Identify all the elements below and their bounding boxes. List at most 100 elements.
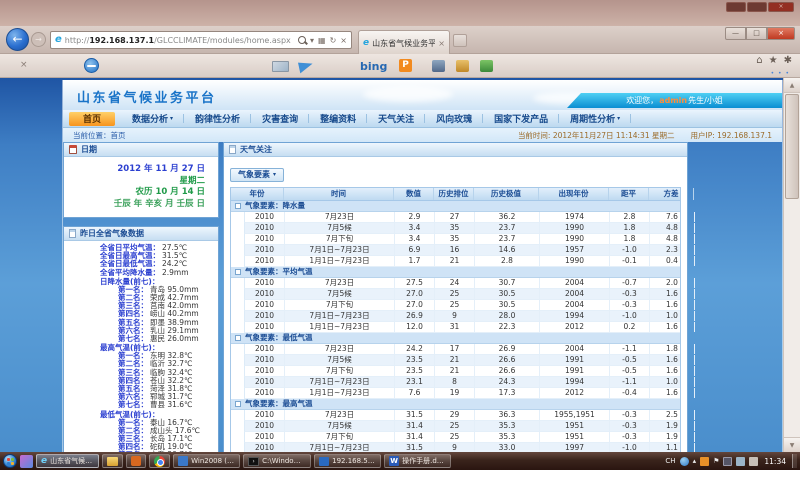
flag-tray-icon[interactable]: ⚑ [713, 458, 719, 465]
gear-icon[interactable]: ✱ [784, 55, 792, 66]
table-cell: 31.5 [395, 443, 435, 453]
forward-button[interactable]: → [31, 32, 46, 47]
table-row: 20107月23日27.52430.72004-0.72.0 [244, 278, 680, 289]
table-cell: 7.6 [395, 388, 435, 398]
bing-logo[interactable]: bing [360, 60, 387, 73]
show-desktop-button[interactable] [792, 454, 797, 468]
date-line: 2012 年 11 月 27 日 [70, 164, 205, 176]
stop-icon[interactable]: × [340, 36, 347, 45]
table-cell: 30.5 [475, 300, 540, 310]
display-tray-icon[interactable] [723, 457, 732, 466]
nav-item-wind-rose[interactable]: 风向玫瑰 [425, 110, 483, 127]
back-button[interactable]: ← [6, 28, 29, 51]
nav-item-periodicity-analysis[interactable]: 周期性分析▾ [559, 110, 631, 127]
table-group-row: 气象要素：平均气温 [231, 267, 680, 278]
nav-item-home[interactable]: 首页 [69, 112, 115, 126]
lang-tray-icon[interactable]: CH [665, 458, 675, 465]
group-checkbox[interactable] [235, 401, 241, 407]
table-cell: 8 [435, 377, 475, 387]
camera-icon[interactable] [432, 60, 445, 72]
nav-item-data-analysis[interactable]: 数据分析▾ [121, 110, 184, 127]
nav-item-weather-watch[interactable]: 天气关注 [367, 110, 425, 127]
table-cell: 7月5候 [285, 421, 395, 431]
taskbar-button-rdp[interactable]: 192.168.58.99... [314, 454, 381, 468]
toolbar-logo-icon[interactable] [84, 58, 99, 73]
taskbar-button-win[interactable]: Win2008 (VS2... [173, 454, 240, 468]
toolbar-close-icon[interactable]: × [20, 60, 28, 70]
maximize-button[interactable]: □ [746, 27, 767, 40]
volume-tray-icon[interactable] [749, 457, 758, 466]
refresh-icon[interactable]: ↻ [330, 36, 337, 45]
browser-tab[interactable]: e 山东省气候业务平... × [358, 30, 450, 55]
nav-item-compiled-data[interactable]: 整编资料 [309, 110, 367, 127]
table-cell: 1月1日~7月23日 [285, 256, 395, 266]
table-cell: 1.1 [650, 443, 695, 453]
scrollbar-thumb[interactable] [785, 94, 799, 199]
home-icon[interactable]: ⌂ [756, 55, 762, 66]
table-cell: -1.0 [610, 443, 650, 453]
table-group-row: 气象要素：最高气温 [231, 399, 680, 410]
minimize-button[interactable]: — [725, 27, 746, 40]
group-checkbox[interactable] [235, 203, 241, 209]
msn-tray-icon[interactable] [680, 457, 689, 466]
page-title: 山东省气候业务平台 [77, 87, 217, 106]
meteorological-element-button[interactable]: 气象要素▾ [230, 168, 284, 182]
effects-icon[interactable] [456, 60, 469, 72]
background-close-button[interactable]: × [768, 2, 794, 12]
quick-launch-icon[interactable] [20, 455, 33, 468]
table-cell: 1.6 [650, 289, 695, 299]
page-content: 山东省气候业务平台 欢迎您，admin 先生/小姐 首页数据分析▾韵律性分析灾害… [62, 80, 783, 452]
table-cell: 7月1日~7月23日 [285, 311, 395, 321]
taskbar-button-word[interactable]: W操作手册.docx ... [384, 454, 451, 468]
addons-icon[interactable] [480, 60, 493, 72]
upload-tray-icon[interactable] [700, 457, 709, 466]
table-cell: 3.4 [395, 223, 435, 233]
sidebar: 日期 2012 年 11 月 27 日 星期二 农历 10 月 14 日 壬辰 … [63, 142, 219, 452]
table-cell: 7月23日 [285, 344, 395, 354]
search-icon[interactable] [298, 36, 306, 44]
paper-plane-icon[interactable] [298, 60, 314, 74]
table-cell: 9 [435, 443, 475, 453]
compat-view-icon[interactable]: ▦ [318, 36, 326, 45]
new-tab-button[interactable] [453, 34, 467, 47]
favorites-star-icon[interactable]: ★ [769, 55, 778, 66]
weekday-line: 星期二 [70, 176, 205, 188]
nav-item-national-products[interactable]: 国家下发产品 [483, 110, 559, 127]
table-cell: 25 [435, 300, 475, 310]
taskbar-button-vs[interactable] [126, 454, 146, 468]
photo-icon[interactable] [272, 61, 289, 72]
taskbar-button-folder[interactable] [102, 454, 123, 468]
taskbar-clock[interactable]: 11:34 [764, 457, 786, 466]
address-bar[interactable]: e http://192.168.137.1/GLCCLIMATE/module… [50, 31, 352, 49]
start-button[interactable] [3, 454, 17, 468]
table-cell: 17.3 [475, 388, 540, 398]
chevron-down-icon[interactable]: ▾ [310, 36, 314, 45]
background-minimize-button[interactable] [726, 2, 746, 12]
nav-item-disaster-query[interactable]: 灾害查询 [251, 110, 309, 127]
table-cell: 27.0 [395, 300, 435, 310]
p-app-icon[interactable]: P [399, 59, 412, 72]
taskbar-button-ie[interactable]: e山东省气候业... [36, 454, 99, 468]
browser-chrome: ← → e http://192.168.137.1/GLCCLIMATE/mo… [0, 26, 800, 54]
scroll-down-icon[interactable]: ▼ [784, 437, 800, 452]
toolbar-more-dots[interactable]: • • • [771, 70, 790, 77]
caret-tray-icon[interactable]: ▴ [693, 458, 697, 465]
group-checkbox[interactable] [235, 335, 241, 341]
table-cell: 35 [435, 234, 475, 244]
network-tray-icon[interactable] [736, 457, 745, 466]
table-row: 20107月下旬23.52126.61991-0.51.6 [244, 366, 680, 377]
nav-item-rhythm-analysis[interactable]: 韵律性分析 [184, 110, 251, 127]
tab-close-icon[interactable]: × [438, 39, 445, 48]
chevron-down-icon: ▾ [170, 115, 173, 122]
taskbar-button-cmd[interactable]: ›C:\Windows\s... [243, 454, 311, 468]
group-checkbox[interactable] [235, 269, 241, 275]
table-cell: 7月5候 [285, 355, 395, 365]
close-button[interactable]: × [767, 27, 795, 40]
table-cell: 2010 [245, 344, 285, 354]
vertical-scrollbar[interactable]: ▲ ▼ [783, 78, 800, 452]
taskbar-button-chrome[interactable] [149, 454, 170, 468]
scroll-up-icon[interactable]: ▲ [784, 78, 800, 93]
background-maximize-button[interactable] [747, 2, 767, 12]
table-cell: 23.7 [475, 223, 540, 233]
table-cell: 31.5 [395, 410, 435, 420]
